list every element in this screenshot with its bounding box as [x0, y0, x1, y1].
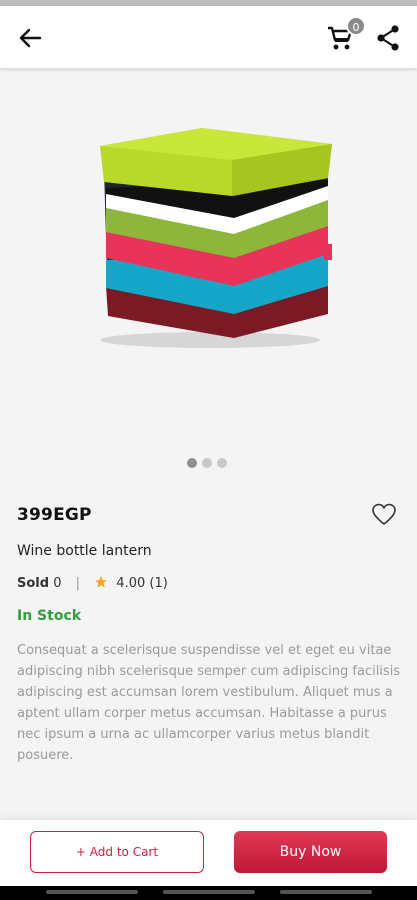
nav-pill-left [46, 890, 138, 894]
stock-status: In Stock [17, 608, 82, 624]
star-icon [95, 576, 107, 588]
product-image [100, 128, 332, 348]
product-description: Consequat a scelerisque suspendisse vel … [17, 643, 401, 763]
pagination-dot-3[interactable] [217, 458, 227, 468]
rating-count: (1) [149, 576, 168, 591]
cart-count-badge: 0 [346, 16, 366, 36]
back-button[interactable] [14, 22, 46, 54]
sold-label: Sold [17, 576, 50, 591]
nav-pill-right [280, 890, 372, 894]
bottom-action-bar: + Add to Cart Buy Now [0, 820, 417, 886]
product-price: 399EGP [17, 505, 92, 525]
pagination-dot-2[interactable] [202, 458, 212, 468]
share-icon [377, 25, 399, 51]
favorite-button[interactable] [370, 501, 398, 529]
share-button[interactable] [374, 22, 402, 54]
nav-pill-center [163, 890, 255, 894]
sales-rating-row: Sold 0 | 4.00 (1) [17, 575, 168, 591]
meta-separator: | [75, 576, 81, 591]
arrow-left-icon [19, 28, 42, 48]
heart-icon [372, 503, 396, 526]
top-app-bar: 0 [0, 6, 417, 68]
pagination-dot-1[interactable] [187, 458, 197, 468]
rating-value: 4.00 [116, 576, 146, 591]
system-navigation-bar [0, 886, 417, 900]
buy-now-button[interactable]: Buy Now [234, 831, 387, 873]
add-to-cart-button[interactable]: + Add to Cart [30, 831, 204, 873]
product-title: Wine bottle lantern [17, 543, 152, 559]
sold-count: 0 [53, 576, 62, 591]
